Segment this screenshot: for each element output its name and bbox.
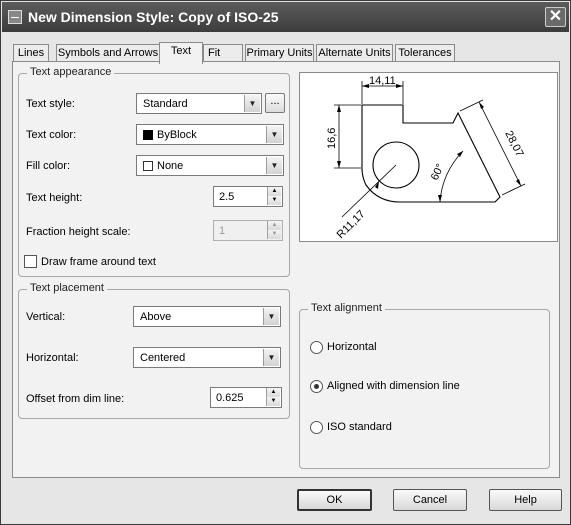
tab-text[interactable]: Text <box>159 42 203 64</box>
title-bar[interactable]: New Dimension Style: Copy of ISO-25 ✕ <box>2 2 569 32</box>
spin-down-icon[interactable]: ▼ <box>266 397 280 406</box>
horizontal-select[interactable]: Centered ▼ <box>133 347 281 368</box>
radio-iso-standard-label: ISO standard <box>327 421 392 433</box>
fill-color-select[interactable]: None ▼ <box>136 155 284 176</box>
text-style-label: Text style: <box>26 98 75 110</box>
chevron-down-icon: ▼ <box>266 157 282 174</box>
dialog-title: New Dimension Style: Copy of ISO-25 <box>28 9 279 25</box>
dialog-window: New Dimension Style: Copy of ISO-25 ✕ Li… <box>0 0 571 525</box>
dim-left-text: 16,6 <box>326 128 338 149</box>
text-placement-label: Text placement <box>27 282 107 294</box>
text-appearance-label: Text appearance <box>27 66 115 78</box>
radio-iso-standard[interactable] <box>310 421 323 434</box>
dim-top-text: 14,11 <box>369 75 396 87</box>
dimension-preview-drawing: 14,11 16,6 28,07 60° R11,17 <box>326 75 526 241</box>
fraction-height-scale-spinner[interactable]: 1 ▲ ▼ <box>213 220 283 241</box>
fraction-height-scale-label: Fraction height scale: <box>26 226 131 238</box>
part-outline <box>361 104 501 203</box>
text-height-spinner[interactable]: 2.5 ▲ ▼ <box>213 186 283 207</box>
text-alignment-label: Text alignment <box>308 302 385 314</box>
fraction-height-scale-value: 1 <box>219 225 226 237</box>
close-icon: ✕ <box>548 8 563 25</box>
fill-color-value: None <box>157 160 184 172</box>
draw-frame-checkbox[interactable] <box>24 255 37 268</box>
dim-angle-text: 60° <box>429 162 447 182</box>
offset-label: Offset from dim line: <box>26 393 125 405</box>
offset-spinner[interactable]: 0.625 ▲ ▼ <box>210 387 282 408</box>
text-height-value: 2.5 <box>219 191 235 203</box>
text-height-label: Text height: <box>26 192 83 204</box>
spin-down-icon[interactable]: ▼ <box>267 230 281 239</box>
text-style-select[interactable]: Standard ▼ <box>136 93 262 114</box>
chevron-down-icon: ▼ <box>244 95 260 112</box>
color-swatch-icon <box>143 130 153 140</box>
radio-aligned-label: Aligned with dimension line <box>327 380 460 392</box>
horizontal-label: Horizontal: <box>26 352 79 364</box>
color-swatch-icon <box>143 161 153 171</box>
text-color-value: ByBlock <box>157 129 197 141</box>
cancel-button[interactable]: Cancel <box>393 489 467 511</box>
offset-value: 0.625 <box>216 392 244 404</box>
text-color-select[interactable]: ByBlock ▼ <box>136 124 284 145</box>
text-color-label: Text color: <box>26 129 77 141</box>
text-style-browse-button[interactable]: ... <box>265 93 285 113</box>
dim-radius-text: R11,17 <box>335 208 368 241</box>
draw-frame-label: Draw frame around text <box>41 256 156 268</box>
close-button[interactable]: ✕ <box>545 7 566 27</box>
preview-pane: 14,11 16,6 28,07 60° R11,17 <box>299 72 558 242</box>
text-style-value: Standard <box>143 98 188 110</box>
horizontal-value: Centered <box>140 352 186 364</box>
spin-down-icon[interactable]: ▼ <box>267 196 281 205</box>
help-button[interactable]: Help <box>489 489 562 511</box>
spin-up-icon[interactable]: ▲ <box>267 221 281 230</box>
spin-up-icon[interactable]: ▲ <box>266 388 280 397</box>
chevron-down-icon: ▼ <box>263 308 279 325</box>
radio-horizontal-label: Horizontal <box>327 341 377 353</box>
dim-right-text: 28,07 <box>502 129 525 159</box>
chevron-down-icon: ▼ <box>266 126 282 143</box>
vertical-select[interactable]: Above ▼ <box>133 306 281 327</box>
spin-up-icon[interactable]: ▲ <box>267 187 281 196</box>
fill-color-label: Fill color: <box>26 160 71 172</box>
chevron-down-icon: ▼ <box>263 349 279 366</box>
radio-aligned-with-dimension-line[interactable] <box>310 380 323 393</box>
vertical-value: Above <box>140 311 172 323</box>
ok-button[interactable]: OK <box>297 489 372 511</box>
vertical-label: Vertical: <box>26 311 66 323</box>
app-icon <box>8 10 22 24</box>
radio-horizontal[interactable] <box>310 341 323 354</box>
